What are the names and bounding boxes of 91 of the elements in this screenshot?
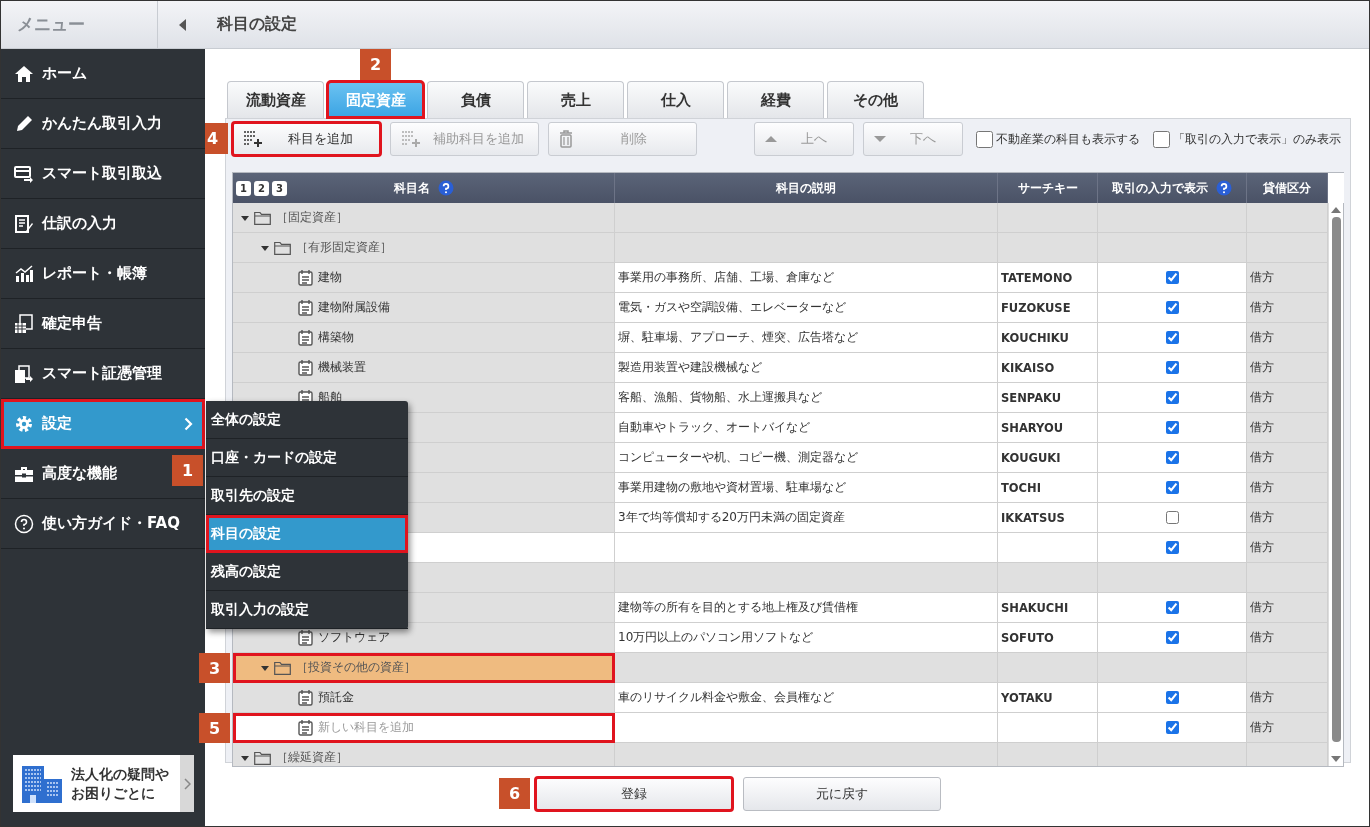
- menu-item[interactable]: 残高の設定: [206, 553, 408, 591]
- account-name: ［有形固定資産］: [296, 239, 392, 256]
- add-button[interactable]: 科目を追加: [232, 122, 381, 156]
- column-title: 科目の説明: [776, 179, 836, 197]
- debit-credit-cell: 借方: [1247, 533, 1328, 563]
- checkbox-label: 不動産業の科目も表示する: [996, 130, 1140, 148]
- debit-credit-cell: 借方: [1247, 503, 1328, 533]
- debit-credit-cell: 借方: [1247, 383, 1328, 413]
- page-title: 科目の設定: [217, 14, 297, 35]
- level-button[interactable]: 1: [236, 180, 251, 196]
- debit-credit-cell: 借方: [1247, 323, 1328, 353]
- description-cell: 自動車やトラック、オートバイなど: [615, 413, 998, 443]
- account-name: 構築物: [318, 329, 354, 346]
- description-cell: 10万円以上のパソコン用ソフトなど: [615, 623, 998, 653]
- account-name: ［繰延資産］: [276, 749, 348, 766]
- description-cell: 車のリサイクル料金や敷金、会員権など: [615, 683, 998, 713]
- account-name: 建物附属設備: [318, 299, 390, 316]
- account-name: 建物: [318, 269, 342, 286]
- menu-item[interactable]: 取引入力の設定: [206, 591, 408, 629]
- callout-badge: 1: [172, 455, 203, 486]
- debit-credit-cell: 借方: [1247, 293, 1328, 323]
- column-title: 取引の入力で表示: [1112, 179, 1208, 197]
- name-cell[interactable]: ［固定資産］: [233, 203, 615, 233]
- column-title: 貸借区分: [1263, 179, 1311, 197]
- description-cell: コンピューターや机、コピー機、測定器など: [615, 443, 998, 473]
- description-cell: 電気・ガスや空調設備、エレベーターなど: [615, 293, 998, 323]
- debit-credit-cell: 借方: [1247, 413, 1328, 443]
- description-cell: 3年で均等償却する20万円未満の固定資産: [615, 503, 998, 533]
- name-cell[interactable]: 構築物: [233, 323, 615, 353]
- search-key-cell: KIKAISO: [998, 353, 1098, 383]
- description-cell: 製造用装置や建設機械など: [615, 353, 998, 383]
- search-key-cell: SENPAKU: [998, 383, 1098, 413]
- name-cell[interactable]: 建物附属設備: [233, 293, 615, 323]
- callout-badge: 6: [499, 778, 530, 809]
- search-key-cell: FUZOKUSE: [998, 293, 1098, 323]
- revert-button[interactable]: 元に戻す: [743, 777, 941, 811]
- account-name: 機械装置: [318, 359, 366, 376]
- debit-credit-cell: 借方: [1247, 593, 1328, 623]
- debit-credit-cell: 借方: [1247, 713, 1328, 743]
- debit-credit-cell: 借方: [1247, 263, 1328, 293]
- nav-item[interactable]: スマート取引取込: [1, 149, 205, 199]
- description-cell: 事業用の事務所、店舗、工場、倉庫など: [615, 263, 998, 293]
- debit-credit-cell: 借方: [1247, 443, 1328, 473]
- search-key-cell: TOCHI: [998, 473, 1098, 503]
- tab[interactable]: 経費: [727, 81, 824, 118]
- menu-item[interactable]: 口座・カードの設定: [206, 439, 408, 477]
- description-cell: 塀、駐車場、アプローチ、煙突、広告塔など: [615, 323, 998, 353]
- description-cell: 事業用建物の敷地や資材置場、駐車場など: [615, 473, 998, 503]
- description-cell: 建物等の所有を目的とする地上権及び賃借権: [615, 593, 998, 623]
- description-cell: 客船、漁船、貨物船、水上運搬具など: [615, 383, 998, 413]
- search-key-cell: IKKATSUS: [998, 503, 1098, 533]
- account-name: 新しい科目を追加: [318, 719, 414, 736]
- level-button[interactable]: 2: [254, 180, 269, 196]
- callout-badge: 2: [360, 49, 391, 80]
- account-name: ［固定資産］: [276, 209, 348, 226]
- search-key-cell: SHAKUCHI: [998, 593, 1098, 623]
- debit-credit-cell: 借方: [1247, 683, 1328, 713]
- search-key-cell: YOTAKU: [998, 683, 1098, 713]
- debit-credit-cell: 借方: [1247, 353, 1328, 383]
- name-cell[interactable]: 機械装置: [233, 353, 615, 383]
- name-cell[interactable]: ソフトウェア: [233, 623, 615, 653]
- search-key-cell: KOUCHIKU: [998, 323, 1098, 353]
- debit-credit-cell: 借方: [1247, 473, 1328, 503]
- promo-banner[interactable]: 法人化の疑問や お困りごとに: [13, 755, 194, 812]
- search-key-cell: TATEMONO: [998, 263, 1098, 293]
- tab[interactable]: 仕入: [627, 81, 724, 118]
- menu-item[interactable]: 全体の設定: [206, 401, 408, 439]
- account-name: 預託金: [318, 689, 354, 706]
- callout-badge: 3: [199, 653, 230, 683]
- register-button[interactable]: 登録: [535, 777, 733, 811]
- column-title: 科目名: [393, 179, 430, 197]
- promo-text: お困りごとに: [71, 783, 155, 802]
- name-cell[interactable]: 建物: [233, 263, 615, 293]
- tab[interactable]: 流動資産: [227, 81, 324, 118]
- search-key-cell: SHARYOU: [998, 413, 1098, 443]
- name-cell[interactable]: 預託金: [233, 683, 615, 713]
- tab[interactable]: 売上: [527, 81, 624, 118]
- menu-title: メニュー: [16, 13, 86, 36]
- search-key-cell: KOUGUKI: [998, 443, 1098, 473]
- checkbox-label: 「取引の入力で表示」のみ表示: [1173, 130, 1341, 148]
- column-title: サーチキー: [1017, 179, 1078, 197]
- tab[interactable]: 負債: [427, 81, 524, 118]
- promo-text: 法人化の疑問や: [71, 765, 169, 784]
- tab[interactable]: その他: [827, 81, 924, 118]
- level-button[interactable]: 3: [272, 180, 287, 196]
- search-key-cell: SOFUTO: [998, 623, 1098, 653]
- name-cell[interactable]: ［有形固定資産］: [233, 233, 615, 263]
- callout-badge: 5: [199, 713, 230, 743]
- name-cell[interactable]: ［繰延資産］: [233, 743, 615, 766]
- debit-credit-cell: 借方: [1247, 623, 1328, 653]
- account-name: ソフトウェア: [318, 629, 390, 646]
